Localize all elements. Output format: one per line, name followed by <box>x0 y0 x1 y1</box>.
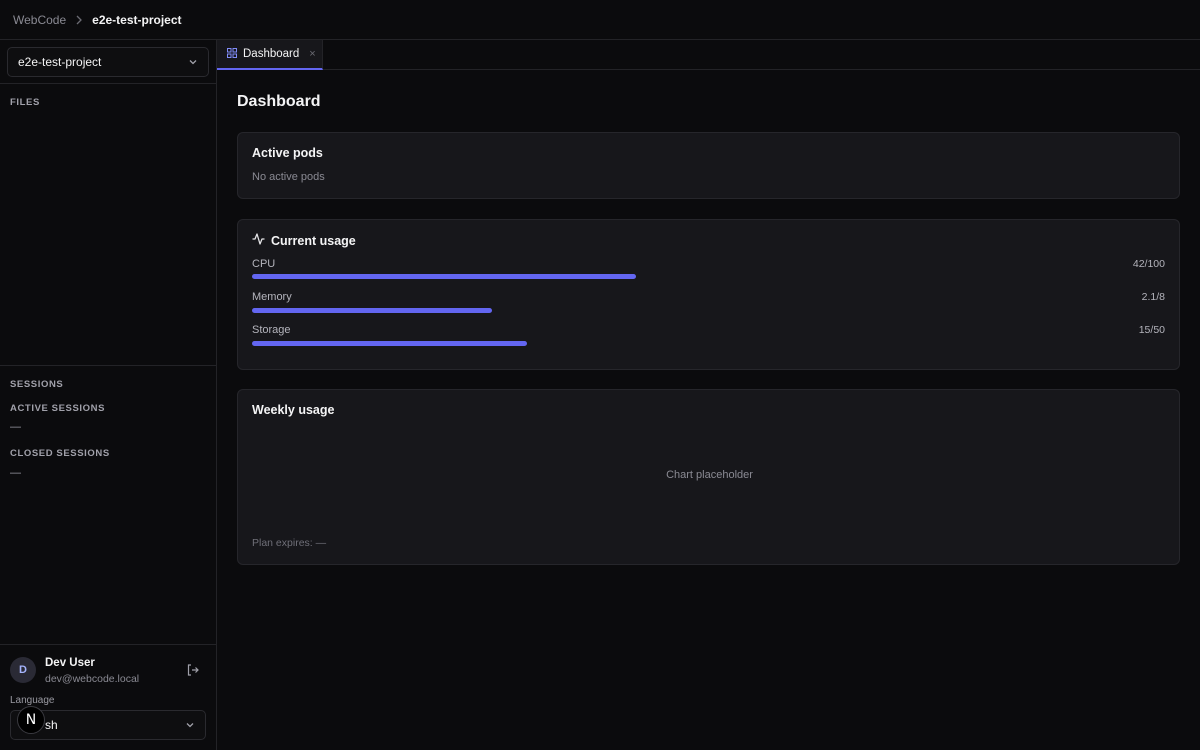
framework-badge[interactable]: N <box>17 706 45 734</box>
sidebar-divider <box>0 365 216 366</box>
cpu-label: CPU <box>252 258 276 270</box>
sidebar: e2e-test-project FILES SESSIONS ACTIVE S… <box>0 40 217 750</box>
tab-bar: Dashboard × <box>217 40 1200 70</box>
breadcrumb-root[interactable]: WebCode <box>13 13 66 27</box>
memory-bar <box>252 308 492 313</box>
active-pods-title: Active pods <box>252 146 323 160</box>
current-usage-header: Current usage <box>252 233 356 248</box>
sidebar-divider <box>0 644 216 645</box>
chevron-down-icon <box>185 718 195 732</box>
breadcrumb-current: e2e-test-project <box>92 12 182 27</box>
avatar: D <box>10 657 36 683</box>
tab-label: Dashboard <box>243 48 300 60</box>
page-title: Dashboard <box>237 93 321 110</box>
closed-sessions-label: CLOSED SESSIONS <box>10 448 110 459</box>
storage-bar <box>252 341 527 346</box>
sessions-section-label: SESSIONS <box>10 379 64 390</box>
plan-expires: Plan expires: — <box>252 537 327 549</box>
storage-value: 15/50 <box>1138 324 1165 336</box>
weekly-usage-title: Weekly usage <box>252 403 335 417</box>
memory-value: 2.1/8 <box>1141 291 1165 303</box>
breadcrumb: WebCode e2e-test-project <box>0 0 1200 40</box>
files-section-label: FILES <box>10 97 40 108</box>
chevron-right-icon <box>75 15 83 25</box>
cpu-value: 42/100 <box>1132 258 1165 270</box>
user-profile: D Dev User dev@webcode.local <box>10 657 210 687</box>
language-label: Language <box>10 695 55 706</box>
project-select-value: e2e-test-project <box>18 55 102 69</box>
tab-dashboard[interactable]: Dashboard × <box>217 40 323 70</box>
active-sessions-value: — <box>10 421 21 433</box>
active-sessions-label: ACTIVE SESSIONS <box>10 403 106 414</box>
current-usage-title: Current usage <box>271 233 356 248</box>
user-name: Dev User <box>45 657 95 669</box>
sidebar-divider <box>0 83 216 84</box>
active-pods-empty: No active pods <box>252 171 325 183</box>
close-icon[interactable]: × <box>309 48 315 60</box>
grid-icon <box>227 47 237 61</box>
chevron-down-icon <box>188 55 198 69</box>
main-content: Dashboard Active pods No active pods Cur… <box>217 70 1200 750</box>
storage-label: Storage <box>252 324 291 336</box>
logout-icon[interactable] <box>186 663 200 677</box>
weekly-usage-card: Weekly usage Chart placeholder Plan expi… <box>237 389 1180 565</box>
memory-label: Memory <box>252 291 292 303</box>
closed-sessions-value: — <box>10 467 21 479</box>
active-pods-card: Active pods No active pods <box>237 132 1180 199</box>
cpu-bar <box>252 274 636 279</box>
language-select-value: sh <box>45 718 58 732</box>
current-usage-card: Current usage CPU 42/100 Memory 2.1/8 St… <box>237 219 1180 370</box>
chart-placeholder: Chart placeholder <box>666 469 753 481</box>
activity-icon <box>252 233 265 248</box>
project-select[interactable]: e2e-test-project <box>7 47 209 77</box>
user-email: dev@webcode.local <box>45 673 140 685</box>
